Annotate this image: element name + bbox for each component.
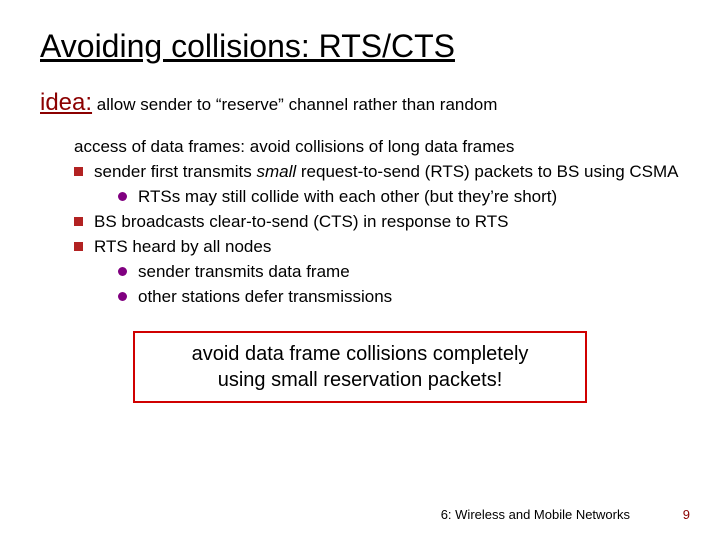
list-item: BS broadcasts clear-to-send (CTS) in res… bbox=[74, 211, 680, 234]
sub-item: sender transmits data frame bbox=[118, 261, 680, 284]
callout-line-1: avoid data frame collisions completely bbox=[192, 343, 529, 365]
idea-text: allow sender to “reserve” channel rather… bbox=[92, 95, 497, 114]
page-title: Avoiding collisions: RTS/CTS bbox=[40, 28, 680, 65]
bullet-list: sender first transmits small request-to-… bbox=[74, 161, 680, 309]
footer-section: 6: Wireless and Mobile Networks bbox=[441, 507, 630, 522]
sub-list: RTSs may still collide with each other (… bbox=[118, 186, 680, 209]
idea-label: idea: bbox=[40, 89, 92, 116]
bullet-text-em: small bbox=[257, 162, 297, 181]
bullet-text-pre: sender first transmits bbox=[94, 162, 257, 181]
bullet-text-post: request-to-send (RTS) packets to BS usin… bbox=[296, 162, 678, 181]
list-item: RTS heard by all nodes sender transmits … bbox=[74, 236, 680, 309]
idea-line: idea: allow sender to “reserve” channel … bbox=[40, 87, 680, 119]
list-item: sender first transmits small request-to-… bbox=[74, 161, 680, 209]
callout-box: avoid data frame collisions completely u… bbox=[133, 331, 587, 403]
callout-line-2: using small reservation packets! bbox=[218, 369, 503, 391]
bullet-text-pre: RTS heard by all nodes bbox=[94, 237, 271, 256]
sub-item: other stations defer transmissions bbox=[118, 286, 680, 309]
sub-list: sender transmits data frame other statio… bbox=[118, 261, 680, 309]
page-number: 9 bbox=[683, 507, 690, 522]
idea-continuation: access of data frames: avoid collisions … bbox=[74, 136, 680, 159]
sub-item: RTSs may still collide with each other (… bbox=[118, 186, 680, 209]
slide: Avoiding collisions: RTS/CTS idea: allow… bbox=[0, 0, 720, 403]
bullet-text-pre: BS broadcasts clear-to-send (CTS) in res… bbox=[94, 212, 508, 231]
